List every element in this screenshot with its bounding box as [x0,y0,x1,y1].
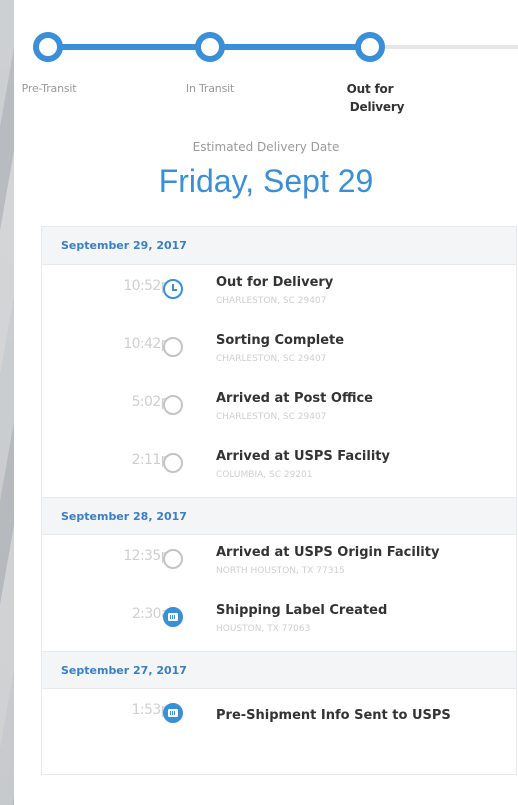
event-location: CHARLESTON, SC 29407 [216,354,327,364]
event-title: Out for Delivery [216,275,334,290]
step-pre-transit-label: Pre-Transit [21,82,77,95]
event-title: Pre-Shipment Info Sent to USPS [216,708,451,723]
event-location: HOUSTON, TX 77063 [216,624,311,634]
circle-icon [163,337,183,357]
tracking-event: 10:42pm Sorting Complete CHARLESTON, SC … [42,323,516,381]
event-location: CHARLESTON, SC 29407 [216,412,327,422]
event-title: Shipping Label Created [216,603,388,618]
circle-icon [163,395,183,415]
date-header: September 29, 2017 [42,227,516,265]
date-header: September 27, 2017 [42,651,516,689]
event-location: NORTH HOUSTON, TX 77315 [216,566,345,576]
tracking-event: 2:11pm Arrived at USPS Facility COLUMBIA… [42,439,516,497]
tracking-event: 5:02pm Arrived at Post Office CHARLESTON… [42,381,516,439]
step-in-transit-node [195,32,225,62]
tracking-event: 2:30am Shipping Label Created HOUSTON, T… [42,593,516,651]
event-title: Sorting Complete [216,333,345,348]
label-icon [163,703,183,723]
estimated-delivery-label: Estimated Delivery Date [192,140,340,154]
circle-icon [163,453,183,473]
step-out-for-delivery-node [355,32,385,62]
tracking-event: 1:53pm Pre-Shipment Info Sent to USPS [42,689,516,747]
tracking-event: 10:52pm Out for Delivery CHARLESTON, SC … [42,265,516,323]
date-header: September 28, 2017 [42,497,516,535]
step-out-for-delivery-label: Out for Delivery [315,80,425,116]
event-title: Arrived at USPS Facility [216,449,390,464]
progress-tracker: Pre-Transit In Transit Out for Delivery [14,0,518,130]
step-in-transit-label: In Transit [185,82,235,95]
tracking-card: Pre-Transit In Transit Out for Delivery … [14,0,518,805]
event-location: COLUMBIA, SC 29201 [216,470,313,480]
estimated-delivery-date: Friday, Sept 29 [158,163,374,199]
step-out-for-delivery-line2: Delivery [349,100,405,114]
event-title: Arrived at USPS Origin Facility [216,545,440,560]
step-pre-transit-node [33,32,63,62]
event-location: CHARLESTON, SC 29407 [216,296,327,306]
step-out-for-delivery-line1: Out for [346,82,394,96]
circle-icon [163,549,183,569]
progress-line-remaining [370,45,518,49]
event-title: Arrived at Post Office [216,391,373,406]
tracking-event: 12:35pm Arrived at USPS Origin Facility … [42,535,516,593]
clock-icon [163,279,183,299]
label-icon [163,607,183,627]
tracking-history: September 29, 2017 10:52pm Out for Deliv… [41,226,517,775]
